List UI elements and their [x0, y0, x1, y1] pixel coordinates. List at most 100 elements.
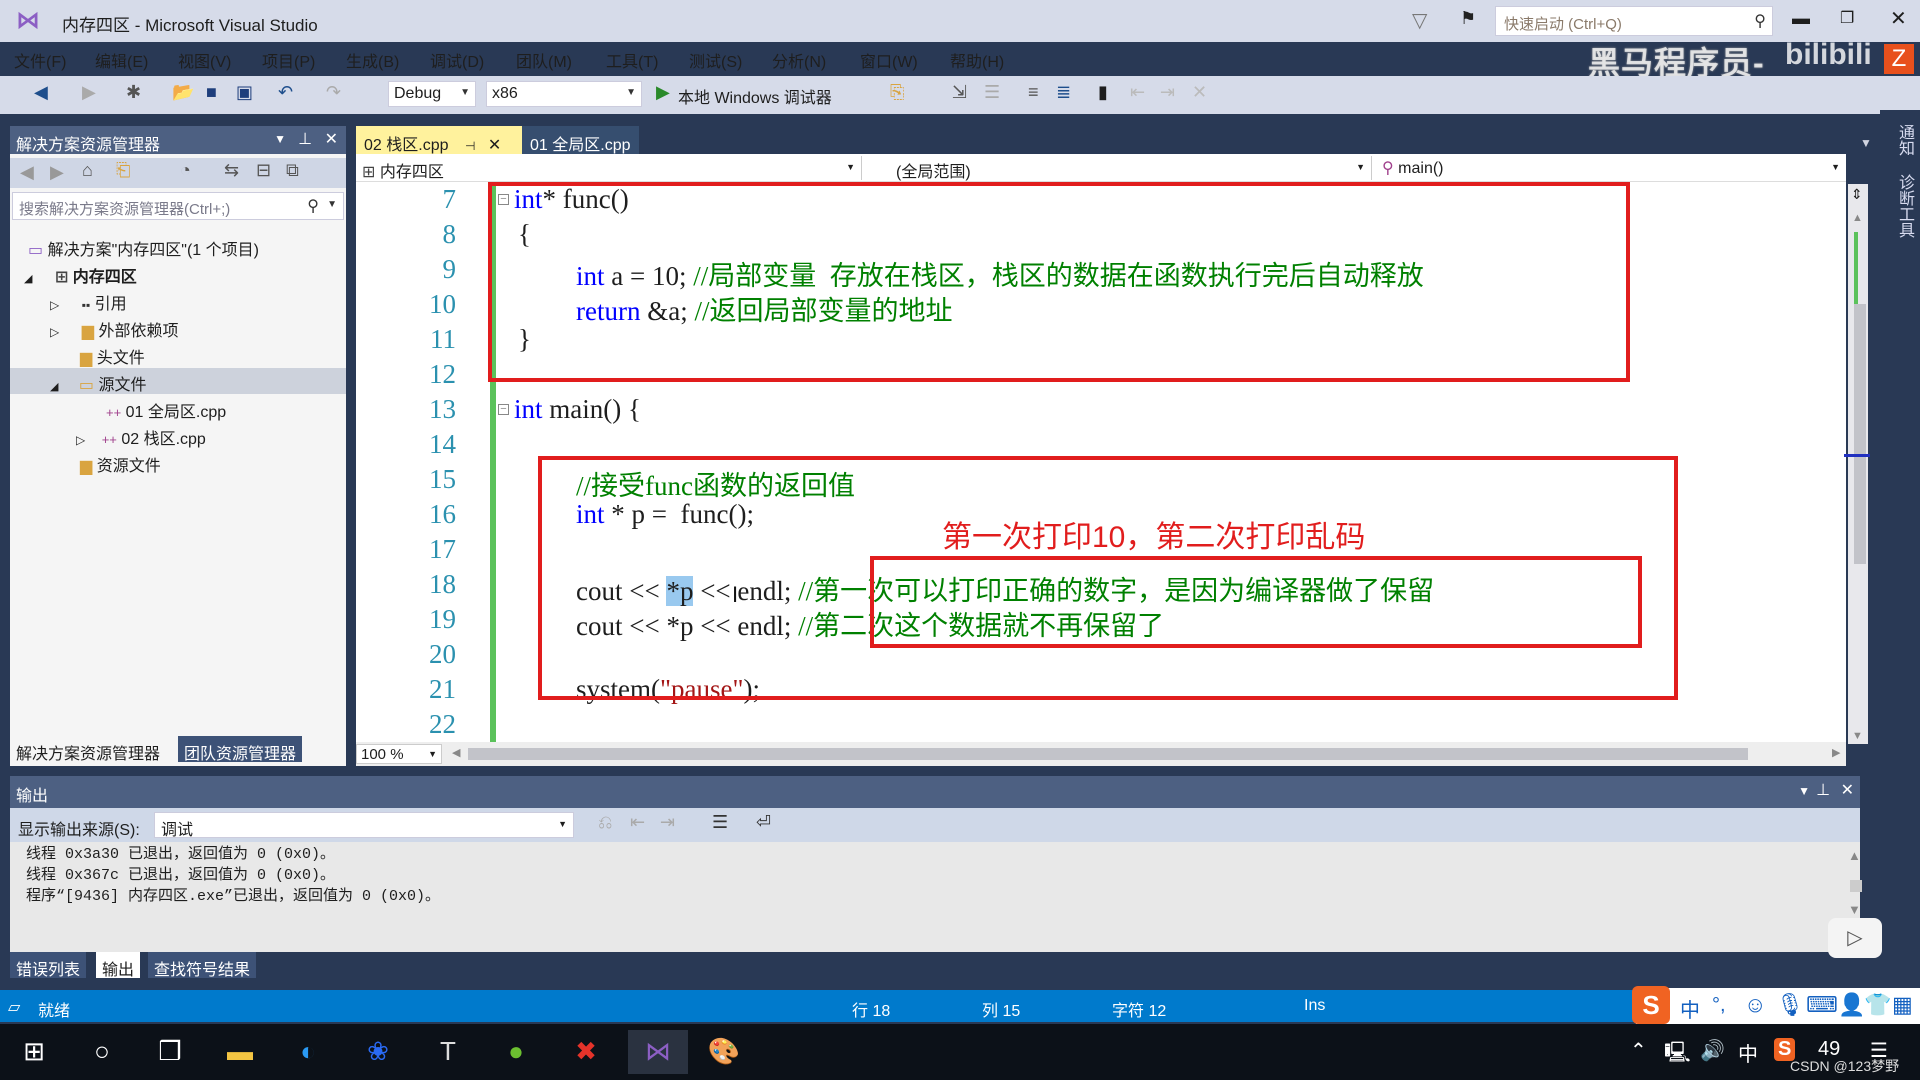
emoji-icon[interactable]: ☺ — [1744, 992, 1766, 1018]
tray-expand-icon[interactable]: ⌃ — [1630, 1038, 1647, 1063]
prev-bookmark-icon[interactable]: ⇤ — [1130, 82, 1145, 103]
open-file-icon[interactable]: 📂 — [172, 82, 194, 103]
collapsed-arrow-icon[interactable]: ▷ — [50, 325, 59, 339]
split-icon[interactable]: ⇕ — [1851, 186, 1863, 203]
tray-lang[interactable]: 中 — [1738, 1038, 1758, 1067]
save-icon[interactable]: ■ — [206, 82, 217, 103]
tab-output[interactable]: 输出 — [96, 952, 141, 979]
task-view-icon[interactable]: ❒ — [146, 1036, 194, 1067]
xmind-icon[interactable]: ✖ — [562, 1036, 610, 1067]
chevron-down-icon[interactable]: ▼ — [327, 199, 337, 210]
code-editor[interactable]: ⊞ 内存四区 ▼ (全局范围) ▼ ⚲ main() ▼ 7 8 9 10 11… — [356, 154, 1870, 766]
menu-test[interactable]: 测试(S) — [689, 48, 742, 72]
close-icon[interactable]: ✕ — [488, 137, 501, 154]
close-icon[interactable]: ✕ — [325, 129, 338, 149]
next-message-icon[interactable]: ⇥ — [660, 812, 675, 833]
network-icon[interactable]: 🖳 — [1664, 1038, 1691, 1072]
new-project-icon[interactable]: ✱ — [126, 82, 141, 103]
feedback-icon[interactable]: ⚑ — [1460, 8, 1476, 29]
restore-button[interactable]: ❐ — [1840, 8, 1854, 28]
ime-lang[interactable]: 中 — [1680, 994, 1700, 1023]
find-message-icon[interactable]: ⎌ — [598, 812, 612, 833]
close-button[interactable]: ✕ — [1890, 6, 1907, 31]
tree-item-file[interactable]: ++ 01 全局区.cpp — [106, 398, 226, 422]
menu-view[interactable]: 视图(V) — [178, 48, 231, 72]
bilibili-play-icon[interactable]: ▷ — [1828, 918, 1882, 958]
scroll-thumb[interactable] — [1850, 880, 1862, 892]
back-icon[interactable]: ◀ — [20, 162, 34, 183]
sogou-icon[interactable]: S — [1632, 986, 1670, 1024]
save-all-icon[interactable]: ▣ — [236, 82, 253, 103]
quick-launch-input[interactable]: 快速启动 (Ctrl+Q) ⚲ — [1495, 6, 1773, 36]
tab-solution-explorer[interactable]: 解决方案资源管理器 — [10, 736, 167, 763]
scroll-up-icon[interactable]: ▲ — [1852, 212, 1863, 224]
scroll-down-icon[interactable]: ▼ — [1848, 902, 1861, 917]
search-icon[interactable]: ○ — [78, 1036, 126, 1067]
tree-item-project[interactable]: ◢ ⊞ 内存四区 — [24, 263, 137, 287]
file-explorer-icon[interactable]: ▬ — [216, 1036, 264, 1067]
tree-item-resource-files[interactable]: ▆ 资源文件 — [80, 452, 161, 476]
menu-build[interactable]: 生成(B) — [346, 48, 399, 72]
switch-views-icon[interactable]: ⎗ — [116, 160, 130, 181]
grid-icon[interactable]: ▦ — [1892, 992, 1913, 1018]
platform-dropdown[interactable]: x86 ▼ — [486, 81, 642, 107]
pin-icon[interactable]: ⊣ — [465, 139, 475, 153]
scroll-right-icon[interactable]: ▶ — [1832, 746, 1840, 759]
pin-icon[interactable]: ⊥ — [1816, 780, 1830, 800]
comment-icon[interactable]: ≡ — [1028, 82, 1039, 103]
undo-icon[interactable]: ↶ — [278, 82, 293, 103]
ime-punct[interactable]: °, — [1712, 994, 1726, 1017]
browser-icon[interactable]: ◐ — [284, 1036, 332, 1067]
baidu-netdisk-icon[interactable]: ❀ — [354, 1036, 402, 1067]
show-all-files-icon[interactable]: ⧉ — [286, 160, 299, 181]
config-dropdown[interactable]: Debug ▼ — [388, 81, 476, 107]
step-icon[interactable]: ⇲ — [952, 82, 967, 103]
scroll-down-icon[interactable]: ▼ — [1852, 730, 1863, 742]
clear-bookmarks-icon[interactable]: ✕ — [1192, 82, 1207, 103]
menu-tools[interactable]: 工具(T) — [606, 48, 658, 72]
scroll-left-icon[interactable]: ◀ — [452, 746, 460, 759]
word-wrap-icon[interactable]: ⏎ — [756, 812, 771, 833]
tree-item-source-files[interactable]: ◢ ▭ 源文件 — [10, 368, 346, 394]
pin-icon[interactable]: ⊥ — [298, 129, 312, 149]
tab-error-list[interactable]: 错误列表 — [10, 952, 87, 979]
uncomment-icon[interactable]: ≣ — [1056, 82, 1071, 103]
forward-icon[interactable]: ▶ — [50, 162, 64, 183]
back-icon[interactable]: ◀ — [34, 82, 48, 103]
collapse-all-icon[interactable]: ⊟ — [256, 160, 271, 181]
tree-item-header-files[interactable]: ▆ 头文件 — [80, 344, 145, 368]
menu-file[interactable]: 文件(F) — [14, 48, 66, 72]
keyboard-icon[interactable]: ⌨ — [1806, 992, 1838, 1018]
paint-icon[interactable]: 🎨 — [700, 1036, 748, 1067]
microphone-icon[interactable]: 🎙 — [1776, 992, 1804, 1018]
horizontal-scroll-thumb[interactable] — [468, 748, 1748, 760]
expanded-arrow-icon[interactable]: ◢ — [24, 273, 32, 285]
menu-help[interactable]: 帮助(H) — [950, 48, 1004, 72]
find-in-files-icon[interactable]: ⎘ — [890, 82, 904, 103]
menu-edit[interactable]: 编辑(E) — [95, 48, 148, 72]
play-icon[interactable]: ▶ — [656, 82, 670, 103]
tab-global-cpp[interactable]: 01 全局区.cpp — [522, 126, 639, 154]
tab-find-symbol-results[interactable]: 查找符号结果 — [148, 952, 257, 979]
output-source-dropdown[interactable]: 调试 ▼ — [154, 812, 574, 839]
scroll-up-icon[interactable]: ▲ — [1848, 848, 1861, 863]
user-icon[interactable]: 👤 — [1838, 992, 1865, 1018]
tree-item-file[interactable]: ▷ ++ 02 栈区.cpp — [76, 425, 206, 449]
tree-item-external-deps[interactable]: ▷ ▆ 外部依赖项 — [50, 317, 178, 341]
zoom-dropdown[interactable]: 100 % ▼ — [356, 744, 442, 764]
home-icon[interactable]: ⌂ — [82, 160, 93, 181]
diagnostic-tools-tab[interactable]: 诊断工具 — [1892, 174, 1916, 238]
tab-stack-cpp[interactable]: 02 栈区.cpp ⊣ ✕ — [356, 126, 522, 154]
windows-start-icon[interactable]: ⊞ — [10, 1036, 58, 1067]
project-dropdown[interactable]: ⊞ 内存四区 ▼ — [356, 156, 862, 181]
redo-icon[interactable]: ↷ — [326, 82, 341, 103]
minimize-button[interactable]: ▬ — [1792, 8, 1810, 29]
chevron-down-icon[interactable]: ▼ — [1860, 136, 1872, 150]
skin-icon[interactable]: 👕 — [1864, 992, 1891, 1018]
solution-search-input[interactable]: 搜索解决方案资源管理器(Ctrl+;) ⚲ ▼ — [12, 192, 344, 220]
menu-debug[interactable]: 调试(D) — [430, 48, 484, 72]
breakpoint-icon[interactable]: ☰ — [984, 82, 1000, 103]
menu-analyze[interactable]: 分析(N) — [772, 48, 826, 72]
tree-item-references[interactable]: ▷ ▪▪ 引用 — [50, 290, 127, 314]
app-green-icon[interactable]: ● — [492, 1036, 540, 1067]
